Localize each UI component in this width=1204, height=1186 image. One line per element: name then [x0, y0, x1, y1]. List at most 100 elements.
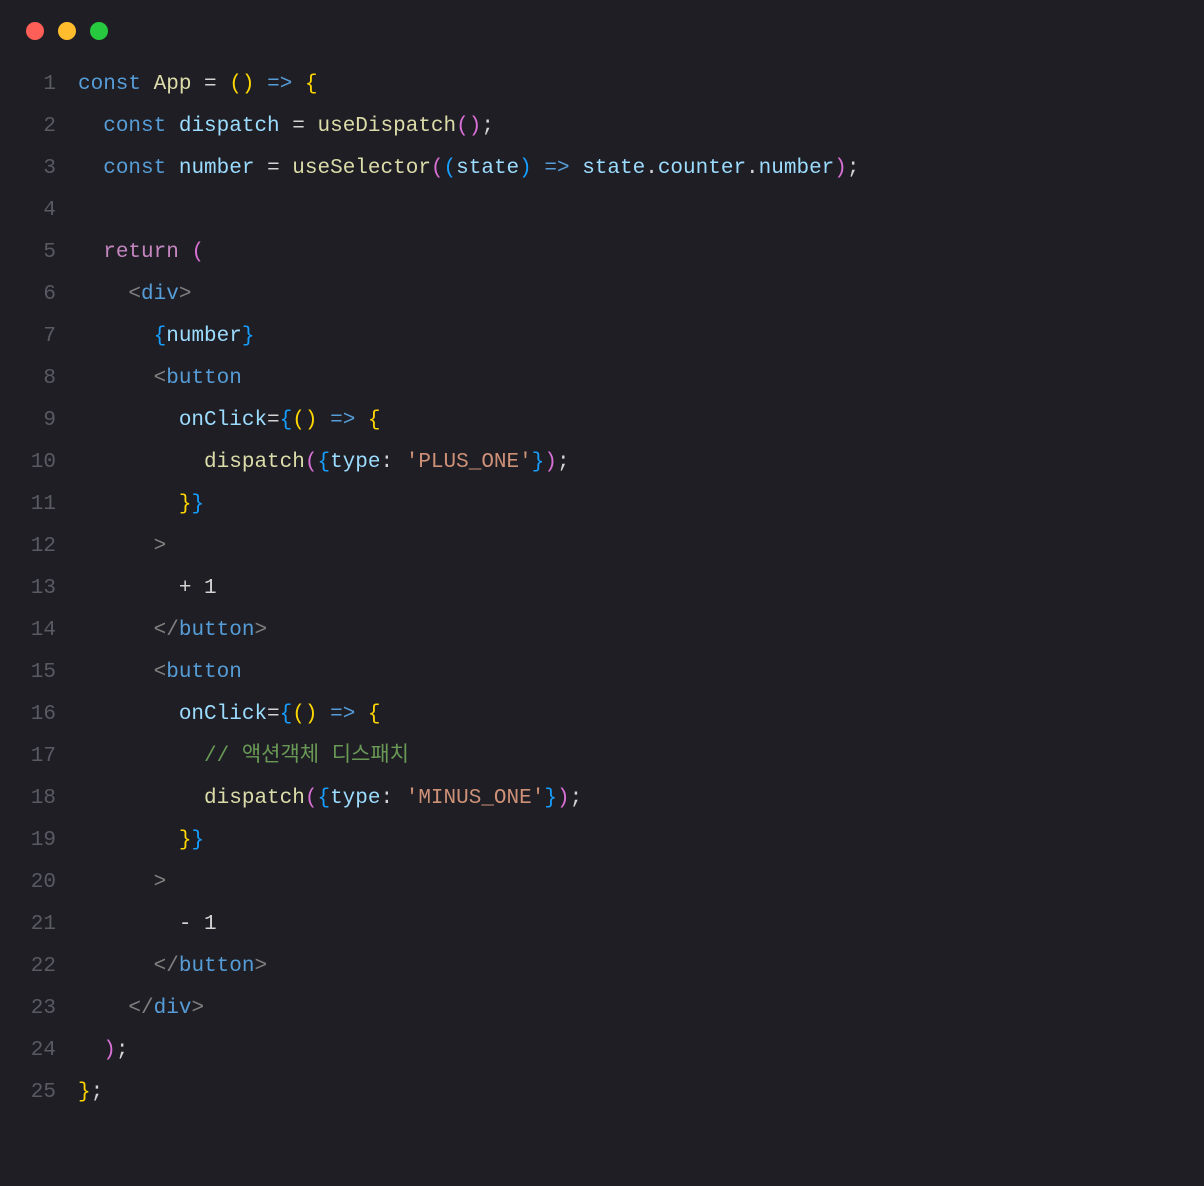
line-number: 1	[0, 64, 56, 106]
code-line[interactable]: >	[78, 862, 1204, 904]
line-number: 21	[0, 904, 56, 946]
code-line[interactable]: onClick={() => {	[78, 400, 1204, 442]
code-line[interactable]: >	[78, 526, 1204, 568]
token-arrow: =>	[330, 703, 355, 726]
code-line[interactable]: </div>	[78, 988, 1204, 1030]
token-brace2: )	[469, 115, 482, 138]
token-arrow: =>	[544, 157, 569, 180]
token-op	[78, 871, 154, 894]
token-op	[78, 913, 179, 936]
token-brace: )	[242, 73, 255, 96]
token-var: state	[456, 157, 519, 180]
token-op	[254, 73, 267, 96]
code-line[interactable]	[78, 190, 1204, 232]
token-op: ;	[116, 1039, 129, 1062]
code-line[interactable]: dispatch({type: 'PLUS_ONE'});	[78, 442, 1204, 484]
token-kw: const	[103, 115, 179, 138]
token-op: .	[746, 157, 759, 180]
token-op	[78, 535, 154, 558]
line-number: 6	[0, 274, 56, 316]
token-brace2: (	[191, 241, 204, 264]
token-op	[78, 745, 204, 768]
token-op	[532, 157, 545, 180]
code-line[interactable]: {number}	[78, 316, 1204, 358]
token-op	[78, 955, 154, 978]
token-arrow: =>	[267, 73, 292, 96]
token-tag: >	[154, 871, 167, 894]
minimize-icon[interactable]	[58, 22, 76, 40]
code-line[interactable]: <div>	[78, 274, 1204, 316]
token-txt: + 1	[179, 577, 217, 600]
token-op	[78, 703, 179, 726]
line-number: 2	[0, 106, 56, 148]
code-line[interactable]: const dispatch = useDispatch();	[78, 106, 1204, 148]
token-op	[393, 451, 406, 474]
token-brace: }	[179, 493, 192, 516]
token-op	[317, 409, 330, 432]
token-op	[78, 157, 103, 180]
code-line[interactable]: );	[78, 1030, 1204, 1072]
code-line[interactable]: const App = () => {	[78, 64, 1204, 106]
code-line[interactable]: return (	[78, 232, 1204, 274]
code-line[interactable]: const number = useSelector((state) => st…	[78, 148, 1204, 190]
code-line[interactable]: dispatch({type: 'MINUS_ONE'});	[78, 778, 1204, 820]
token-fn: App	[154, 73, 192, 96]
line-number: 5	[0, 232, 56, 274]
token-brace2: )	[544, 451, 557, 474]
token-op: :	[381, 451, 394, 474]
code-line[interactable]: - 1	[78, 904, 1204, 946]
token-tagname: div	[154, 997, 192, 1020]
token-op	[355, 703, 368, 726]
token-brace3: }	[191, 493, 204, 516]
token-brace2: )	[557, 787, 570, 810]
token-brace: (	[292, 409, 305, 432]
token-op: ;	[91, 1081, 104, 1104]
token-op	[179, 241, 192, 264]
line-number: 16	[0, 694, 56, 736]
code-content[interactable]: const App = () => { const dispatch = use…	[78, 64, 1204, 1114]
token-var: dispatch	[179, 115, 280, 138]
token-brace2: (	[456, 115, 469, 138]
token-brace: }	[78, 1081, 91, 1104]
line-number: 23	[0, 988, 56, 1030]
editor-window: 1234567891011121314151617181920212223242…	[0, 0, 1204, 1186]
token-op: =	[204, 73, 217, 96]
line-number: 10	[0, 442, 56, 484]
token-op	[78, 493, 179, 516]
token-brace2: )	[834, 157, 847, 180]
token-op	[78, 325, 154, 348]
line-number: 25	[0, 1072, 56, 1114]
code-line[interactable]: </button>	[78, 610, 1204, 652]
line-number: 8	[0, 358, 56, 400]
token-op	[317, 703, 330, 726]
code-line[interactable]: + 1	[78, 568, 1204, 610]
token-brace3: }	[191, 829, 204, 852]
token-op	[280, 157, 293, 180]
token-var: number	[179, 157, 255, 180]
token-op	[217, 73, 230, 96]
code-line[interactable]: </button>	[78, 946, 1204, 988]
code-line[interactable]: // 액션객체 디스패치	[78, 736, 1204, 778]
line-number: 11	[0, 484, 56, 526]
token-str: 'MINUS_ONE'	[406, 787, 545, 810]
code-line[interactable]: onClick={() => {	[78, 694, 1204, 736]
token-var: type	[330, 787, 380, 810]
code-line[interactable]: <button	[78, 358, 1204, 400]
token-cmt: // 액션객체 디스패치	[204, 745, 409, 768]
close-icon[interactable]	[26, 22, 44, 40]
line-number: 19	[0, 820, 56, 862]
code-editor[interactable]: 1234567891011121314151617181920212223242…	[0, 48, 1204, 1114]
token-brace3: }	[532, 451, 545, 474]
token-brace: {	[368, 409, 381, 432]
code-line[interactable]: <button	[78, 652, 1204, 694]
code-line[interactable]: };	[78, 1072, 1204, 1114]
maximize-icon[interactable]	[90, 22, 108, 40]
token-attr: onClick	[179, 703, 267, 726]
token-op: .	[645, 157, 658, 180]
token-kw: const	[78, 73, 154, 96]
token-op	[280, 115, 293, 138]
code-line[interactable]: }}	[78, 484, 1204, 526]
token-op: ;	[847, 157, 860, 180]
token-op	[570, 157, 583, 180]
code-line[interactable]: }}	[78, 820, 1204, 862]
